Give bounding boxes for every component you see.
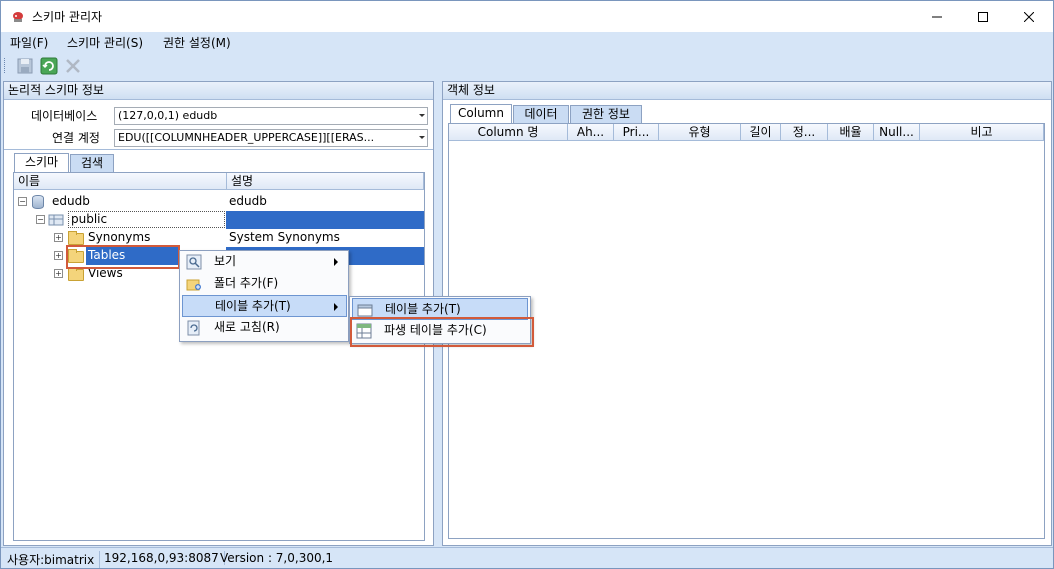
column-header-nullable[interactable]: Null... — [874, 124, 920, 141]
column-header-remarks[interactable]: 비고 — [920, 124, 1044, 141]
maximize-icon — [978, 11, 988, 22]
maximize-button[interactable] — [960, 1, 1006, 32]
context-label-view: 보기 — [214, 254, 237, 268]
tab-permission-info[interactable]: 권한 정보 — [570, 105, 642, 123]
save-icon[interactable] — [16, 57, 34, 75]
submenu-arrow-icon — [334, 258, 338, 266]
account-value: EDU([[COLUMNHEADER_UPPERCASE]][[ERAS... — [118, 131, 375, 144]
collapse-icon[interactable]: − — [36, 215, 45, 224]
toolbar-grip[interactable] — [4, 58, 7, 73]
column-header-scale[interactable]: 배율 — [828, 124, 874, 141]
divider — [4, 149, 433, 150]
title-bar: 스키마 관리자 — [1, 1, 1053, 32]
tree-row-edudb[interactable]: − edudb edudb — [14, 193, 424, 211]
callout-tables — [66, 245, 180, 269]
folder-add-icon — [186, 279, 201, 291]
minimize-icon — [932, 16, 942, 17]
column-grid: Column 명 Ah... Pri... 유형 길이 정... 배율 Null… — [448, 123, 1045, 539]
database-combo[interactable]: (127,0,0,1) edudb — [114, 107, 428, 125]
menu-bar: 파일(F) 스키마 관리(S) 권한 설정(M) — [1, 32, 1053, 52]
tree-row-public[interactable]: − public — [14, 211, 424, 229]
context-label-refresh: 새로 고침(R) — [214, 320, 280, 334]
expand-icon[interactable]: + — [54, 269, 63, 278]
context-label-add-folder: 폴더 추가(F) — [214, 276, 279, 290]
database-icon — [32, 195, 44, 209]
context-item-refresh[interactable]: 새로 고침(R) — [182, 317, 346, 339]
status-user: 사용자:bimatrix — [7, 551, 101, 568]
collapse-icon[interactable]: − — [18, 197, 27, 206]
tree-desc-public-selected — [226, 211, 424, 229]
account-label: 연결 계정 — [52, 131, 100, 145]
view-icon — [186, 254, 202, 270]
object-info-panel-title: 객체 정보 — [443, 82, 1051, 100]
tree-label-synonyms: Synonyms — [88, 230, 151, 244]
status-bar: 사용자:bimatrix 192,168,0,93:8087 Version :… — [1, 547, 1053, 568]
tab-column[interactable]: Column — [450, 104, 512, 123]
refresh-icon — [187, 320, 200, 336]
menu-permission-settings[interactable]: 권한 설정(M) — [163, 34, 231, 51]
status-server: 192,168,0,93:8087 — [104, 551, 225, 565]
refresh-icon[interactable] — [40, 57, 58, 75]
folder-icon — [68, 231, 84, 245]
column-header-type[interactable]: 유형 — [659, 124, 741, 141]
close-icon — [1024, 11, 1034, 22]
menu-schema-manage[interactable]: 스키마 관리(S) — [67, 34, 143, 51]
delete-icon[interactable] — [64, 57, 82, 75]
column-header-length[interactable]: 길이 — [741, 124, 781, 141]
tree-desc-synonyms: System Synonyms — [229, 230, 340, 244]
tree-label-edudb: edudb — [52, 194, 90, 208]
context-item-view[interactable]: 보기 — [182, 251, 346, 273]
menu-file[interactable]: 파일(F) — [10, 34, 48, 51]
column-header-desc[interactable]: 설명 — [227, 173, 424, 190]
tab-schema[interactable]: 스키마 — [14, 153, 69, 172]
tab-search[interactable]: 검색 — [70, 154, 114, 172]
close-button[interactable] — [1006, 1, 1052, 32]
expand-icon[interactable]: + — [54, 251, 63, 260]
database-value: (127,0,0,1) edudb — [118, 109, 218, 122]
window-title: 스키마 관리자 — [32, 10, 103, 24]
table-icon — [357, 304, 373, 317]
app-logo-icon — [13, 12, 23, 22]
column-header-name[interactable]: 이름 — [14, 173, 227, 190]
column-header-ah[interactable]: Ah... — [568, 124, 614, 141]
tree-label-public: public — [68, 211, 225, 228]
toolbar — [1, 53, 1053, 78]
status-version: Version : 7,0,300,1 — [220, 551, 334, 565]
schema-icon — [48, 214, 64, 226]
callout-derived-table — [350, 317, 534, 347]
object-info-panel: 객체 정보 Column 데이터 권한 정보 Column 명 Ah... Pr… — [442, 81, 1052, 546]
minimize-button[interactable] — [914, 1, 960, 32]
chevron-down-icon — [419, 136, 425, 139]
app-window: 스키마 관리자 파일(F) 스키마 관리(S) 권한 설정(M) 논리적 스키마… — [0, 0, 1054, 569]
chevron-down-icon — [419, 114, 425, 117]
logical-schema-panel-title: 논리적 스키마 정보 — [4, 82, 433, 100]
context-label-add-table: 테이블 추가(T) — [215, 299, 291, 313]
expand-icon[interactable]: + — [54, 233, 63, 242]
column-header-primary[interactable]: Pri... — [614, 124, 659, 141]
account-combo[interactable]: EDU([[COLUMNHEADER_UPPERCASE]][[ERAS... — [114, 129, 428, 147]
column-header-precision[interactable]: 정... — [781, 124, 828, 141]
tab-data[interactable]: 데이터 — [513, 105, 569, 123]
column-header-column-name[interactable]: Column 명 — [449, 124, 568, 141]
tree-desc-edudb: edudb — [229, 194, 267, 208]
database-label: 데이터베이스 — [31, 109, 98, 123]
context-menu: 보기 폴더 추가(F) 테이블 추가(T) 새로 고침(R) — [179, 250, 349, 342]
context-item-add-table[interactable]: 테이블 추가(T) — [182, 295, 347, 317]
submenu-arrow-icon — [334, 303, 338, 311]
schema-tree-grid: 이름 설명 − edudb edudb − public + Synonyms … — [13, 172, 425, 541]
folder-icon — [68, 267, 84, 281]
context-item-add-folder[interactable]: 폴더 추가(F) — [182, 273, 346, 295]
